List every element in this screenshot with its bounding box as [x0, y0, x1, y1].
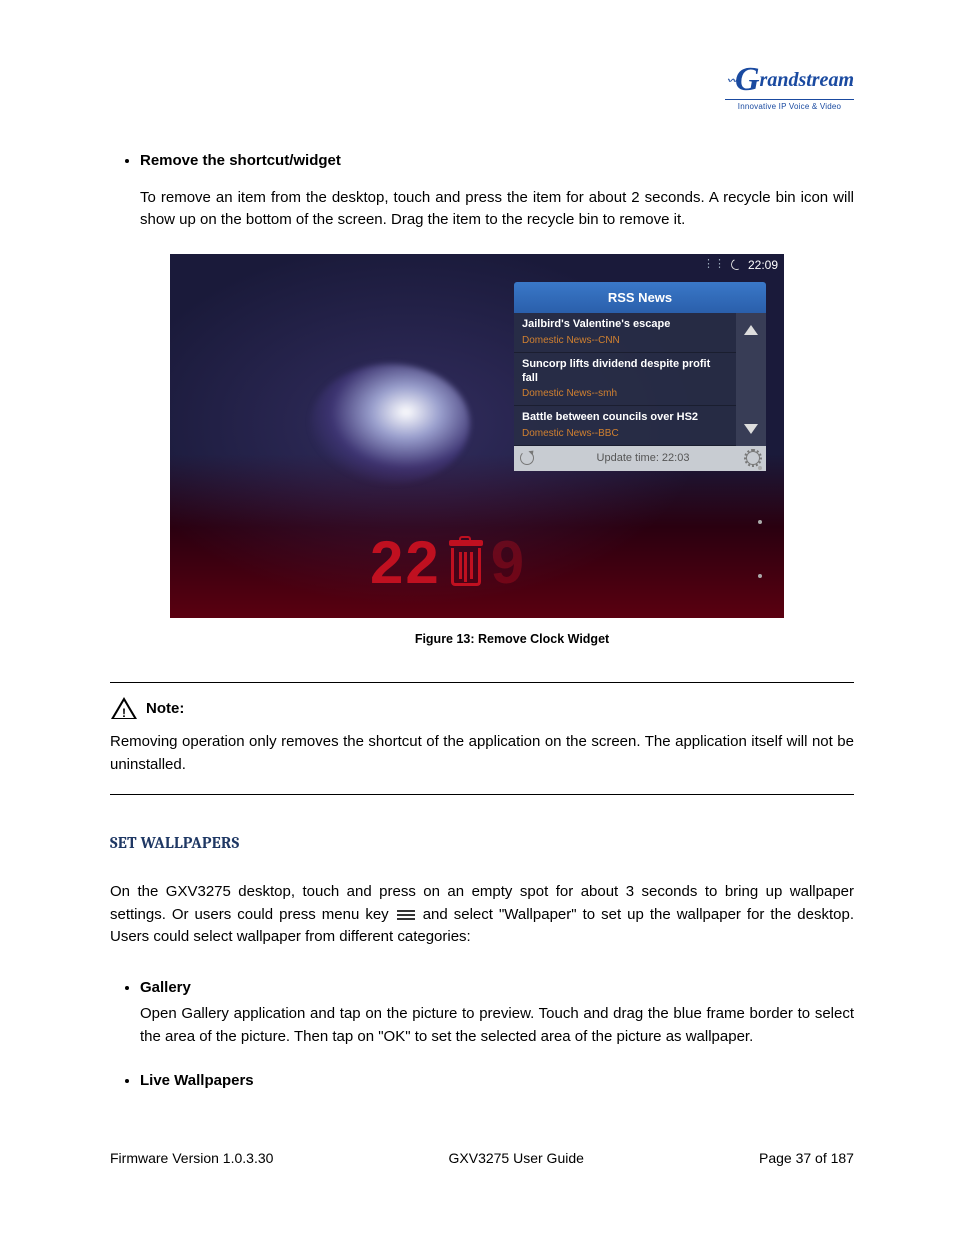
scroll-up-icon[interactable]	[744, 325, 758, 335]
body-text: On the GXV3275 desktop, touch and press …	[110, 881, 854, 949]
list-item: Live Wallpapers	[140, 1070, 854, 1093]
menu-icon	[397, 908, 415, 922]
status-time: 22:09	[748, 256, 778, 274]
list-item: Remove the shortcut/widget To remove an …	[140, 150, 854, 232]
section-heading: SET WALLPAPERS	[110, 831, 854, 855]
rss-item[interactable]: Suncorp lifts dividend despite profit fa…	[514, 353, 736, 407]
item-title: Live Wallpapers	[140, 1072, 254, 1089]
note-body: Removing operation only removes the shor…	[110, 731, 854, 776]
clock-widget-dragging[interactable]: 22 9	[370, 518, 526, 608]
body-text: To remove an item from the desktop, touc…	[140, 187, 854, 232]
section-title: Remove the shortcut/widget	[140, 152, 341, 169]
page-footer: Firmware Version 1.0.3.30 GXV3275 User G…	[110, 1148, 854, 1169]
item-title: Gallery	[140, 979, 191, 996]
gear-icon[interactable]	[746, 451, 760, 465]
note-label: Note:	[146, 698, 184, 721]
footer-left: Firmware Version 1.0.3.30	[110, 1148, 273, 1169]
rss-item[interactable]: Jailbird's Valentine's escape Domestic N…	[514, 313, 736, 353]
document-page: 〰Grandstream Innovative IP Voice & Video…	[0, 0, 954, 1093]
footer-right: Page 37 of 187	[759, 1148, 854, 1169]
update-time-label: Update time: 22:03	[540, 450, 746, 467]
status-bar: ⋮⋮ 22:09	[703, 256, 778, 274]
rss-title: RSS News	[514, 282, 766, 314]
figure-caption: Figure 13: Remove Clock Widget	[170, 630, 854, 649]
footer-center: GXV3275 User Guide	[449, 1148, 584, 1169]
list-item: Gallery Open Gallery application and tap…	[140, 977, 854, 1049]
warning-icon: !	[110, 697, 138, 721]
scroll-down-icon[interactable]	[744, 424, 758, 434]
note-callout: ! Note: Removing operation only removes …	[110, 682, 854, 795]
embedded-screenshot: ⋮⋮ 22:09 RSS News Jailbird's Valentine's…	[170, 254, 854, 649]
rss-widget[interactable]: RSS News Jailbird's Valentine's escape D…	[514, 282, 766, 471]
trash-icon[interactable]	[445, 540, 487, 586]
refresh-icon[interactable]	[520, 451, 534, 465]
bluetooth-icon: ⋮⋮	[703, 256, 725, 273]
rss-item[interactable]: Battle between councils over HS2 Domesti…	[514, 406, 736, 446]
brand-logo: 〰Grandstream Innovative IP Voice & Video	[725, 50, 854, 113]
page-indicator	[758, 466, 762, 578]
sync-icon	[729, 257, 743, 271]
item-body: Open Gallery application and tap on the …	[140, 1003, 854, 1048]
